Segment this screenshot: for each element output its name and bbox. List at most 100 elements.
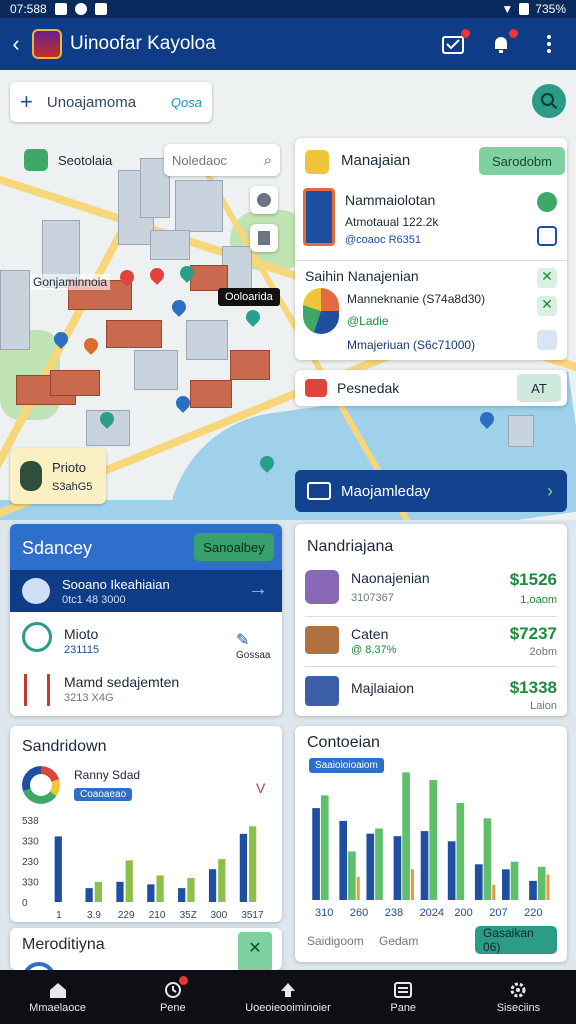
add-icon[interactable]: +	[20, 89, 33, 115]
x-tick-label: 207	[489, 907, 507, 919]
map-search-placeholder: Noledaoc	[172, 152, 227, 168]
nav-item-home[interactable]: Mmaelaoce	[0, 970, 115, 1024]
map-street-label: Gonjaminnoia	[30, 274, 111, 290]
home-icon	[49, 982, 66, 998]
pending-bar[interactable]: Pesnedak AT	[295, 370, 567, 406]
package-icon	[305, 676, 339, 706]
edit-icon[interactable]: ✎	[236, 630, 249, 650]
map-pin[interactable]	[243, 307, 263, 327]
bar	[85, 888, 93, 902]
map-pin[interactable]	[147, 265, 167, 285]
manage-bar[interactable]: Maojamleday ›	[295, 470, 567, 512]
search-input[interactable]: Unoajamoma	[47, 94, 136, 111]
pending-action-button[interactable]: AT	[517, 374, 561, 402]
sdancey-title: Sdancey	[22, 538, 93, 558]
notification-dot	[461, 29, 470, 38]
calendar-icon[interactable]	[440, 29, 470, 56]
x-tick-label: 238	[385, 907, 403, 919]
row2-action[interactable]: Gossaa	[236, 650, 270, 661]
map-pin[interactable]	[81, 335, 101, 355]
x-tick-label: 3517	[241, 910, 264, 921]
row3-sub: 3213 X4G	[64, 692, 114, 704]
item-title: Naonajenian	[351, 570, 430, 586]
item-tag: 1,oaom	[520, 594, 557, 606]
sandridown-bar-chart: 0 330 230 330 538 1 3.9 229 210 35Z 300 3517	[22, 816, 264, 921]
bar	[178, 888, 186, 902]
sdancey-highlight-row[interactable]: Sooano Ikeahiaian 0tc1 48 3000 →	[10, 570, 282, 612]
locate-icon	[257, 193, 271, 207]
contoeian-card: Contoeian Saaioioioaiom 310 260 238 2024 200…	[295, 726, 567, 962]
tools-icon	[24, 674, 50, 706]
settings-icon[interactable]	[537, 330, 557, 350]
clock-icon	[22, 622, 52, 652]
document-icon	[303, 188, 335, 246]
sdancey-button[interactable]: Sanoalbey	[194, 533, 274, 561]
footer-mid: Gedam	[379, 934, 419, 948]
search-bar[interactable]: + Unoajamoma Qosa	[10, 82, 212, 122]
map-building	[186, 320, 228, 360]
map-marker-label[interactable]: Ooloarida	[218, 288, 280, 306]
bell-icon[interactable]	[488, 29, 518, 56]
check-icon[interactable]	[537, 192, 557, 212]
info-icon[interactable]	[537, 226, 557, 246]
close-icon[interactable]: ✕	[537, 296, 557, 316]
manager-icon	[305, 150, 329, 174]
nav-label: Pene	[159, 1001, 186, 1014]
swap-icon[interactable]: ✕	[537, 268, 557, 288]
bar	[375, 828, 383, 900]
bar	[54, 836, 62, 902]
row2-line2: @Ladie	[347, 314, 389, 328]
x-tick-label: 220	[524, 907, 542, 919]
row3-title: Mamd sedajemten	[64, 674, 180, 690]
map-building	[0, 270, 30, 350]
map-search-box[interactable]: Noledaoc ⌕	[164, 144, 280, 176]
search-tag: Qosa	[170, 94, 202, 110]
nav-item-history[interactable]: Pene	[115, 970, 230, 1024]
back-icon[interactable]: ‹	[0, 31, 32, 57]
item-title: Caten	[351, 626, 389, 642]
notification-dot	[509, 29, 518, 38]
bottom-nav: Mmaelaoce Pene Uoeoieooiminoier Pane Sis…	[0, 970, 576, 1024]
nav-item-upload[interactable]: Uoeoieooiminoier	[230, 970, 345, 1024]
chevron-down-icon[interactable]: V	[256, 780, 265, 796]
bar	[147, 884, 155, 902]
map-filter-chip[interactable]: Seotolaia	[14, 144, 122, 176]
list-item[interactable]: Majlaiaion $1338 Laion	[305, 672, 557, 716]
contoeian-title: Contoeian	[307, 734, 380, 751]
sdancey-card: Sdancey Sanoalbey Sooano Ikeahiaian 0tc1…	[10, 524, 282, 716]
list-item[interactable]: Naonajenian 3107367 $1526 1,oaom	[305, 566, 557, 616]
row1-line1: Atmotaual 122.2k	[345, 215, 439, 229]
bar	[116, 881, 124, 902]
zoom-out-button[interactable]	[250, 224, 278, 252]
panel-action-button[interactable]: Sarodobm	[479, 147, 565, 175]
bar	[356, 877, 360, 900]
divider	[295, 260, 567, 261]
app-icon	[74, 3, 87, 15]
list-item[interactable]: Caten @ 8,37% $7237 2obm	[305, 622, 557, 666]
close-icon[interactable]: ✕	[238, 932, 272, 970]
divider	[305, 666, 557, 667]
x-tick-label: 300	[210, 910, 227, 921]
bar	[420, 831, 429, 900]
nandriajana-title: Nandriajana	[307, 538, 394, 555]
footer-button[interactable]: Gasaikan 06)	[475, 926, 557, 954]
map-pin[interactable]	[169, 297, 189, 317]
bar	[249, 826, 257, 902]
pending-label: Pesnedak	[337, 380, 400, 396]
zoom-in-button[interactable]	[250, 186, 278, 214]
bar	[410, 869, 414, 900]
more-vert-icon[interactable]	[536, 32, 562, 56]
search-fab[interactable]	[532, 84, 566, 118]
poi-card[interactable]: Prioto S3ahG5	[10, 448, 106, 504]
x-tick-label: 210	[149, 910, 166, 921]
bar	[312, 808, 320, 900]
search-icon	[541, 93, 558, 110]
nav-item-list[interactable]: Pane	[346, 970, 461, 1024]
contoeian-bar-chart: 310 260 238 2024 200 207 220	[312, 772, 550, 919]
app-logo	[32, 29, 62, 59]
status-battery: 735%	[535, 2, 566, 16]
card-icon	[307, 482, 331, 500]
nav-item-settings[interactable]: Siseciins	[461, 970, 576, 1024]
arrow-right-icon[interactable]: →	[248, 578, 268, 601]
list-icon	[394, 981, 413, 998]
